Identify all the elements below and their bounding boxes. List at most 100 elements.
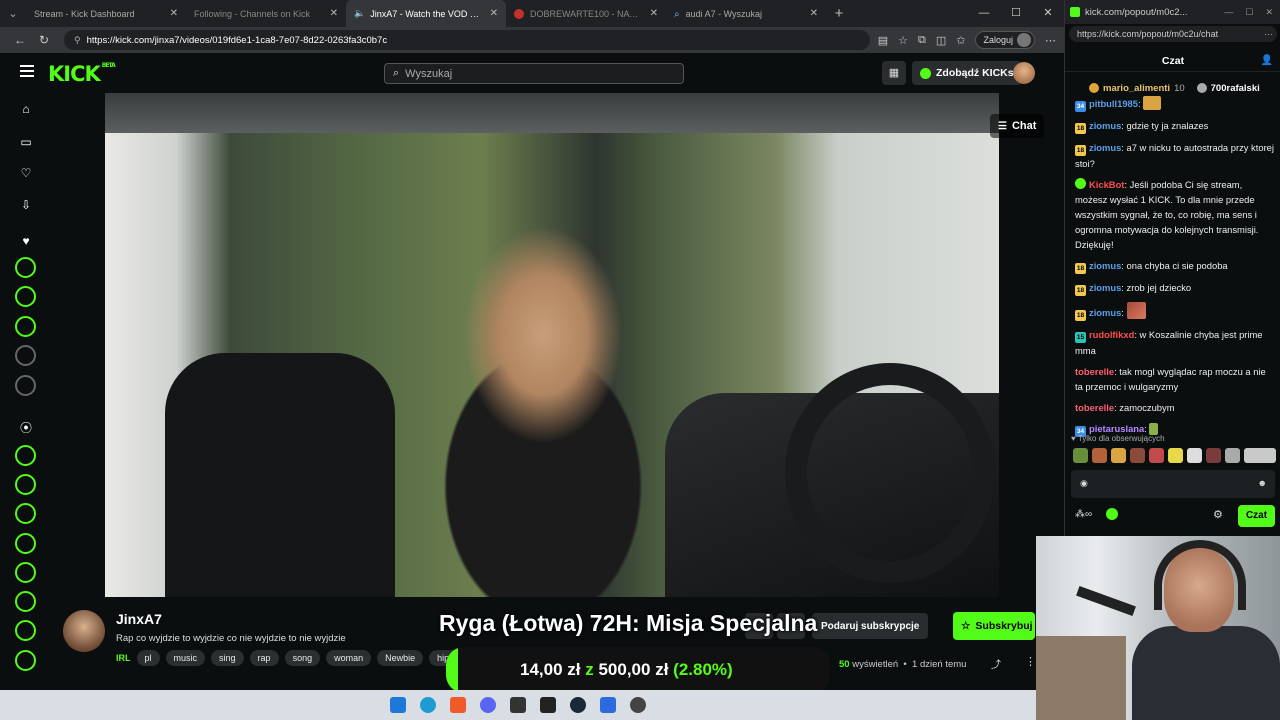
brave-browser-icon[interactable]	[450, 697, 466, 713]
back-arrow-icon[interactable]: ←	[8, 33, 32, 47]
emote-icon[interactable]	[1092, 448, 1107, 463]
recommended-channel-avatar[interactable]	[15, 533, 36, 554]
tab-jinxa7-vod[interactable]: 🔈 JinxA7 - Watch the VOD on Kick ✕	[346, 0, 506, 27]
recommended-channel-avatar[interactable]	[15, 474, 36, 495]
community-points-icon[interactable]: ⁂∞	[1075, 509, 1092, 520]
close-tab-icon[interactable]: ✕	[650, 8, 658, 19]
tag-chip[interactable]: pl	[136, 650, 160, 666]
app-icon[interactable]	[510, 697, 526, 713]
channel-avatar[interactable]	[63, 610, 105, 652]
channel-name[interactable]: JinxA7	[116, 611, 162, 627]
discord-icon[interactable]	[480, 697, 496, 713]
tab-menu-chevron-icon[interactable]: ⌄	[0, 0, 26, 27]
close-tab-icon[interactable]: ✕	[330, 8, 338, 19]
extensions-icon[interactable]: ⧉	[918, 34, 926, 47]
favorite-star-icon[interactable]: ☆	[898, 34, 908, 47]
close-window-icon[interactable]: ✕	[1032, 0, 1064, 27]
followed-channel-avatar[interactable]	[15, 345, 36, 366]
speaker-icon[interactable]: 🔈	[354, 8, 365, 19]
chat-username[interactable]: ziomus	[1089, 142, 1121, 153]
chat-settings-gear-icon[interactable]: ⚙	[1213, 508, 1223, 521]
browse-nav-icon[interactable]: ▭	[18, 134, 34, 150]
windows-start-icon[interactable]	[390, 697, 406, 713]
profile-button[interactable]: Zaloguj	[975, 31, 1035, 49]
recommended-channel-avatar[interactable]	[15, 503, 36, 524]
app-icon[interactable]	[600, 697, 616, 713]
category-link[interactable]: IRL	[116, 650, 131, 666]
close-window-icon[interactable]: ✕	[1265, 7, 1273, 18]
close-tab-icon[interactable]: ✕	[490, 8, 498, 19]
followed-channel-avatar[interactable]	[15, 257, 36, 278]
browser-menu-icon[interactable]: ⋯	[1045, 34, 1056, 47]
tag-chip[interactable]: Newbie	[377, 650, 424, 666]
user-avatar[interactable]	[1013, 62, 1035, 84]
chat-username[interactable]: ziomus	[1089, 120, 1121, 131]
recommended-channel-avatar[interactable]	[15, 445, 36, 466]
emote-icon[interactable]	[1073, 448, 1088, 463]
reload-icon[interactable]: ↻	[32, 33, 56, 47]
chat-username[interactable]: KickBot	[1089, 179, 1124, 190]
recommended-channel-avatar[interactable]	[15, 591, 36, 612]
tag-chip[interactable]: song	[284, 650, 321, 666]
popout-url-field[interactable]: https://kick.com/popout/m0c2u/chat ⋯	[1069, 26, 1277, 42]
site-info-icon[interactable]: ⚲	[74, 35, 81, 46]
chat-username[interactable]: pitbull1985	[1089, 98, 1138, 109]
chat-username[interactable]: rudolfikxd	[1089, 329, 1134, 340]
tab-kick-dashboard[interactable]: Stream - Kick Dashboard ✕	[26, 0, 186, 27]
clips-icon[interactable]: ⇩	[18, 197, 34, 213]
kick-logo[interactable]: KICK BETA	[48, 62, 116, 86]
search-input[interactable]: ⌕ Wyszukaj	[384, 63, 684, 84]
recommended-channel-avatar[interactable]	[15, 562, 36, 583]
gifter-name[interactable]: mario_alimenti	[1103, 83, 1170, 94]
following-heart-icon[interactable]: ♡	[18, 165, 34, 181]
split-screen-icon[interactable]: ◫	[936, 34, 946, 47]
chat-send-button[interactable]: Czat	[1238, 505, 1275, 527]
emote-icon[interactable]	[1111, 448, 1126, 463]
chat-username[interactable]: ziomus	[1089, 282, 1121, 293]
home-icon[interactable]: ⌂	[18, 101, 34, 117]
edge-browser-icon[interactable]	[420, 697, 436, 713]
followed-channel-avatar[interactable]	[15, 286, 36, 307]
chat-toggle-button[interactable]: ☰ Chat	[990, 114, 1045, 138]
get-kicks-button[interactable]: Zdobądź KICKs	[912, 61, 1022, 85]
tab-dobrewarte[interactable]: DOBREWARTE100 - NAWIJKA SZC ✕	[506, 0, 666, 27]
hamburger-menu-icon[interactable]	[20, 65, 34, 77]
emote-icon[interactable]	[1187, 448, 1202, 463]
followed-channel-avatar[interactable]	[15, 316, 36, 337]
steam-icon[interactable]	[570, 697, 586, 713]
tag-chip[interactable]: sing	[211, 650, 244, 666]
recommended-channel-avatar[interactable]	[15, 650, 36, 671]
more-options-icon[interactable]: ⋮	[1025, 655, 1036, 668]
close-tab-icon[interactable]: ✕	[170, 8, 178, 19]
recommended-channel-avatar[interactable]	[15, 620, 36, 641]
subscribe-button[interactable]: ☆ Subskrybuj	[953, 612, 1035, 640]
chat-username[interactable]: pietaruslana	[1089, 423, 1144, 434]
obs-icon[interactable]	[630, 697, 646, 713]
minimize-icon[interactable]: —	[968, 0, 1000, 27]
tab-following[interactable]: Following - Channels on Kick ✕	[186, 0, 346, 27]
emote-icon[interactable]	[1244, 448, 1276, 463]
followed-channel-avatar[interactable]	[15, 375, 36, 396]
chat-username[interactable]: toberelle	[1075, 366, 1114, 377]
url-field[interactable]: ⚲ https://kick.com/jinxa7/videos/019fd6e…	[64, 30, 870, 50]
share-icon[interactable]: ⤴	[991, 656, 1001, 671]
minimize-icon[interactable]: —	[1224, 7, 1233, 18]
reader-mode-icon[interactable]: ▤	[878, 34, 888, 47]
popout-menu-icon[interactable]: ⋯	[1264, 29, 1277, 40]
chat-username[interactable]: toberelle	[1075, 402, 1114, 413]
maximize-icon[interactable]: ☐	[1000, 0, 1032, 27]
chat-username[interactable]: ziomus	[1089, 307, 1121, 318]
epic-games-icon[interactable]	[540, 697, 556, 713]
browse-icon[interactable]: ▦	[882, 61, 906, 85]
new-tab-plus-icon[interactable]: +	[826, 5, 852, 22]
video-player[interactable]	[105, 93, 999, 597]
chat-username[interactable]: ziomus	[1089, 260, 1121, 271]
emote-icon[interactable]	[1225, 448, 1240, 463]
tag-chip[interactable]: music	[165, 650, 206, 666]
chat-input-left-icon[interactable]: ◉	[1080, 478, 1088, 489]
emoji-picker-icon[interactable]: ☻	[1258, 478, 1267, 488]
favorites-icon[interactable]: ✩	[956, 34, 965, 47]
emote-icon[interactable]	[1130, 448, 1145, 463]
chat-message-input[interactable]: ◉ ☻	[1071, 470, 1275, 498]
gifter-name[interactable]: 700rafalski	[1211, 83, 1260, 94]
